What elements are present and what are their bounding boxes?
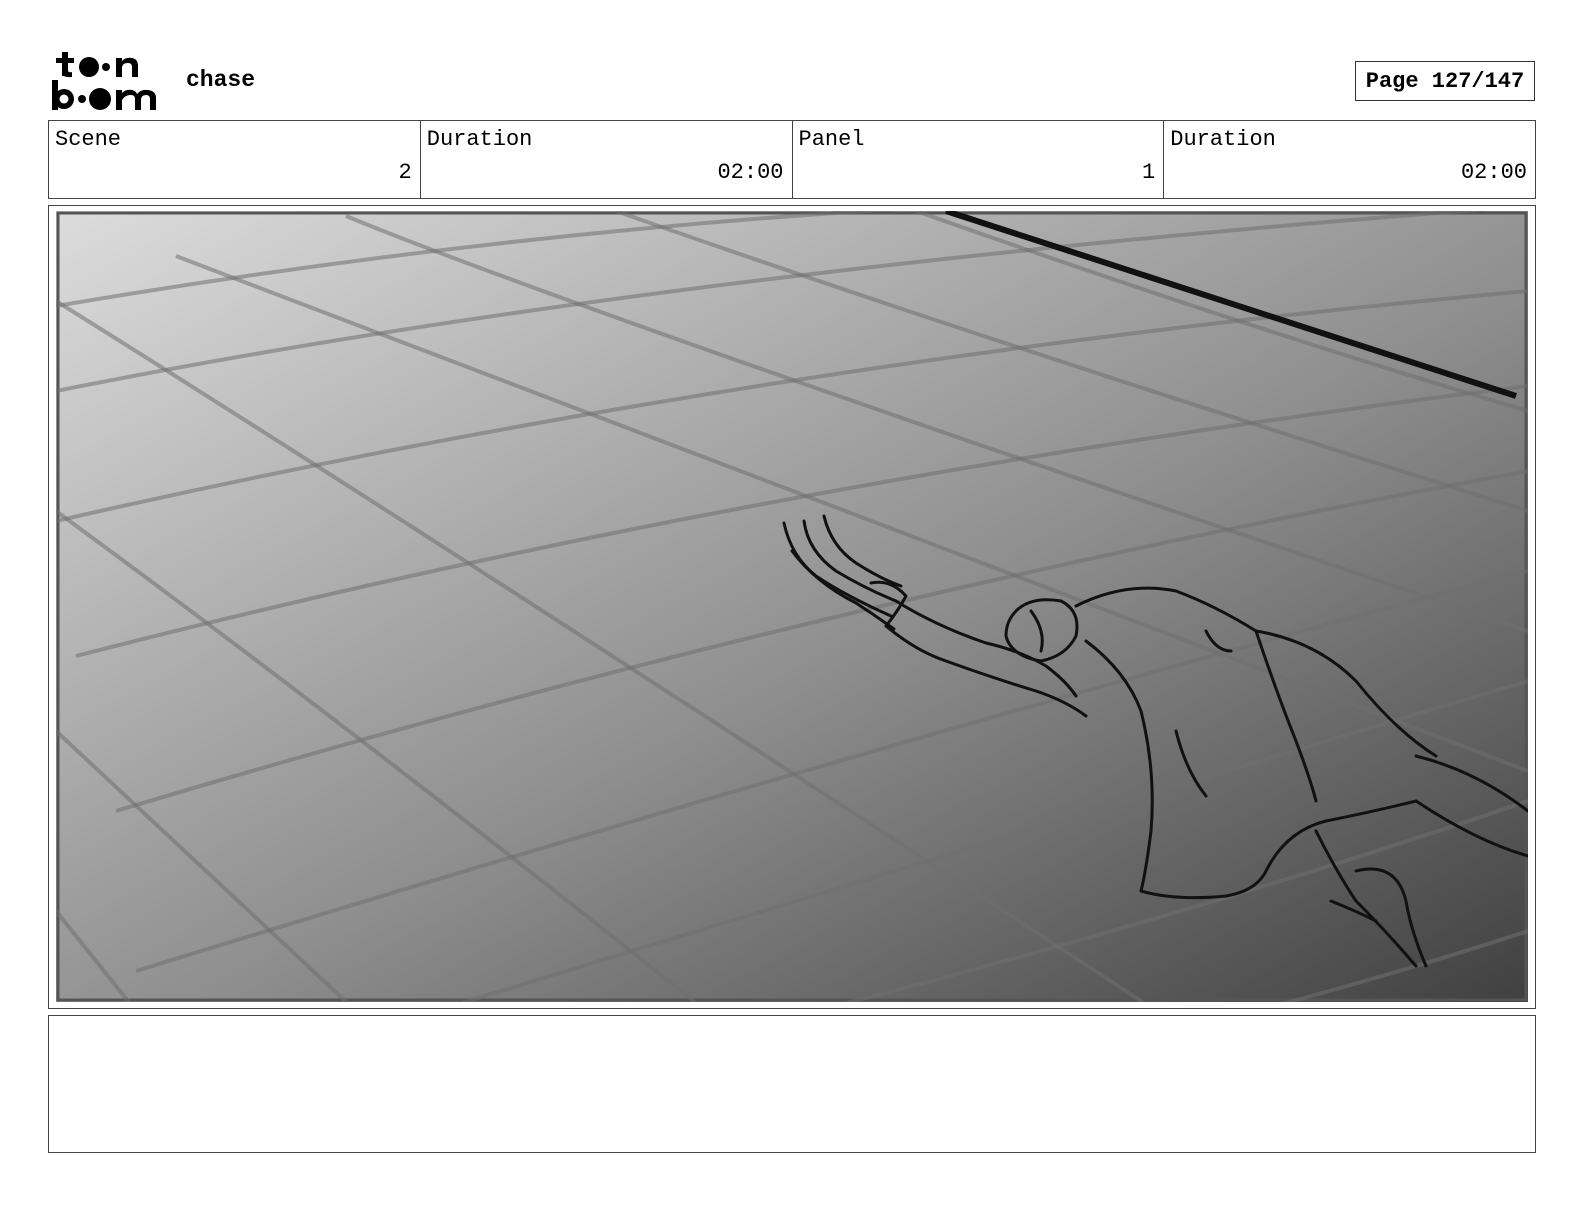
panel-cell: Panel 1	[793, 121, 1165, 198]
panel-duration-value: 02:00	[1460, 160, 1527, 185]
scene-duration-cell: Duration 02:00	[421, 121, 793, 198]
panel-duration-cell: Duration 02:00	[1164, 121, 1535, 198]
project-title: chase	[186, 67, 256, 93]
scene-value: 2	[398, 160, 412, 185]
page-indicator: Page 127/147	[1355, 61, 1535, 101]
page-label: Page 127/147	[1365, 68, 1525, 94]
scene-cell: Scene 2	[49, 121, 421, 198]
scene-duration-label: Duration	[426, 127, 533, 152]
storyboard-panel-frame	[48, 205, 1536, 1009]
storyboard-sketch-image	[56, 211, 1528, 1002]
panel-info-table: Scene 2 Duration 02:00 Panel 1 Duration …	[48, 120, 1536, 199]
scene-label: Scene	[55, 127, 122, 152]
panel-value: 1	[1142, 160, 1156, 185]
panel-notes	[48, 1015, 1536, 1153]
panel-duration-label: Duration	[1170, 127, 1276, 152]
scene-duration-value: 02:00	[717, 160, 784, 185]
panel-label: Panel	[798, 127, 865, 152]
toon-boom-logo	[52, 52, 156, 110]
